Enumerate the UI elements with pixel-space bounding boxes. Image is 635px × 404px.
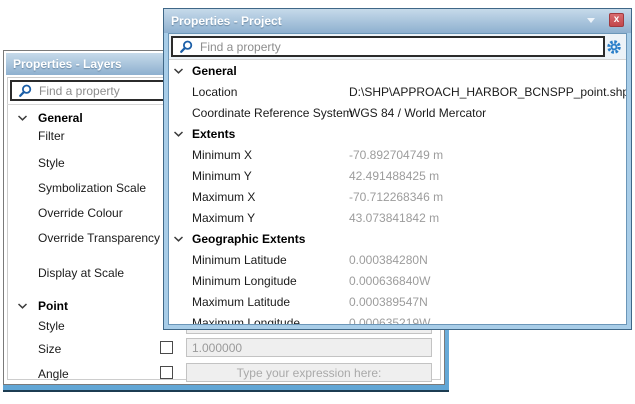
property-row-max-lon[interactable]: Maximum Longitude 0.000635219W — [169, 313, 626, 324]
search-icon — [18, 84, 32, 98]
size-input[interactable] — [187, 339, 431, 356]
window-menu-chevron-icon[interactable] — [587, 18, 595, 23]
property-row-min-lon[interactable]: Minimum Longitude 0.000636840W — [169, 271, 626, 292]
section-label: Point — [38, 297, 68, 315]
size-input-field[interactable] — [186, 338, 432, 357]
section-label: General — [38, 109, 83, 127]
layers-title: Properties - Layers — [6, 53, 122, 75]
property-row-min-x[interactable]: Minimum X -70.892704749 m — [169, 145, 626, 166]
property-value: 0.000635219W — [349, 313, 430, 324]
project-property-grid: General Location D:\SHP\APPROACH_HARBOR_… — [169, 61, 626, 324]
properties-project-panel: Properties - Project x — [163, 8, 632, 330]
property-row-min-y[interactable]: Minimum Y 42.491488425 m — [169, 166, 626, 187]
project-titlebar[interactable]: Properties - Project x — [164, 9, 631, 33]
property-value: 0.000384280N — [349, 250, 428, 271]
angle-checkbox[interactable] — [160, 366, 173, 379]
property-label: Maximum Latitude — [192, 292, 290, 313]
property-label: Filter — [38, 127, 65, 145]
property-label: Minimum Latitude — [192, 250, 287, 271]
property-row-location[interactable]: Location D:\SHP\APPROACH_HARBOR_BCNSPP_p… — [169, 82, 626, 103]
property-label: Override Colour — [38, 204, 123, 222]
property-label: Override Transparency — [38, 229, 160, 247]
project-search-input[interactable] — [200, 40, 601, 54]
chevron-down-icon[interactable] — [18, 303, 27, 309]
section-label: General — [192, 61, 237, 82]
property-label: Location — [192, 82, 237, 103]
property-value: -70.892704749 m — [349, 145, 443, 166]
section-extents[interactable]: Extents — [169, 124, 626, 145]
property-label: Size — [38, 340, 61, 358]
section-geographic-extents[interactable]: Geographic Extents — [169, 229, 626, 250]
project-title: Properties - Project — [164, 9, 282, 33]
property-label: Display at Scale — [38, 264, 124, 282]
chevron-down-icon[interactable] — [174, 236, 183, 242]
property-label: Angle — [38, 365, 69, 383]
project-content: General Location D:\SHP\APPROACH_HARBOR_… — [168, 33, 627, 325]
size-checkbox[interactable] — [160, 341, 173, 354]
property-label: Maximum X — [192, 187, 255, 208]
property-label: Minimum X — [192, 145, 252, 166]
property-value: D:\SHP\APPROACH_HARBOR_BCNSPP_point.shp — [349, 82, 626, 103]
property-row-max-x[interactable]: Maximum X -70.712268346 m — [169, 187, 626, 208]
section-label: Geographic Extents — [192, 229, 305, 250]
property-label: Style — [38, 317, 65, 335]
property-label: Maximum Longitude — [192, 313, 300, 324]
property-value: 0.000389547N — [349, 292, 428, 313]
property-row-max-lat[interactable]: Maximum Latitude 0.000389547N — [169, 292, 626, 313]
property-label: Coordinate Reference System — [192, 103, 353, 124]
property-value: WGS 84 / World Mercator — [349, 103, 486, 124]
project-search-box[interactable] — [171, 36, 605, 57]
project-search-strip — [169, 34, 626, 60]
settings-gear-icon[interactable] — [606, 39, 622, 55]
chevron-down-icon[interactable] — [174, 131, 183, 137]
property-value: 42.491488425 m — [349, 166, 439, 187]
property-label: Symbolization Scale — [38, 179, 146, 197]
property-label: Minimum Y — [192, 166, 252, 187]
property-row-min-lat[interactable]: Minimum Latitude 0.000384280N — [169, 250, 626, 271]
property-row-max-y[interactable]: Maximum Y 43.073841842 m — [169, 208, 626, 229]
property-value: 43.073841842 m — [349, 208, 439, 229]
chevron-down-icon[interactable] — [18, 115, 27, 121]
property-value: -70.712268346 m — [349, 187, 443, 208]
close-button[interactable]: x — [609, 13, 624, 27]
property-label: Style — [38, 154, 65, 172]
property-label: Minimum Longitude — [192, 271, 297, 292]
property-value: 0.000636840W — [349, 271, 430, 292]
angle-input[interactable] — [187, 364, 431, 381]
section-general[interactable]: General — [169, 61, 626, 82]
angle-input-field[interactable] — [186, 363, 432, 382]
property-row-crs[interactable]: Coordinate Reference System WGS 84 / Wor… — [169, 103, 626, 124]
chevron-down-icon[interactable] — [174, 68, 183, 74]
search-icon — [179, 40, 193, 54]
section-label: Extents — [192, 124, 235, 145]
desktop-background: Properties - Layers General Filter Style — [0, 0, 635, 404]
property-label: Maximum Y — [192, 208, 255, 229]
